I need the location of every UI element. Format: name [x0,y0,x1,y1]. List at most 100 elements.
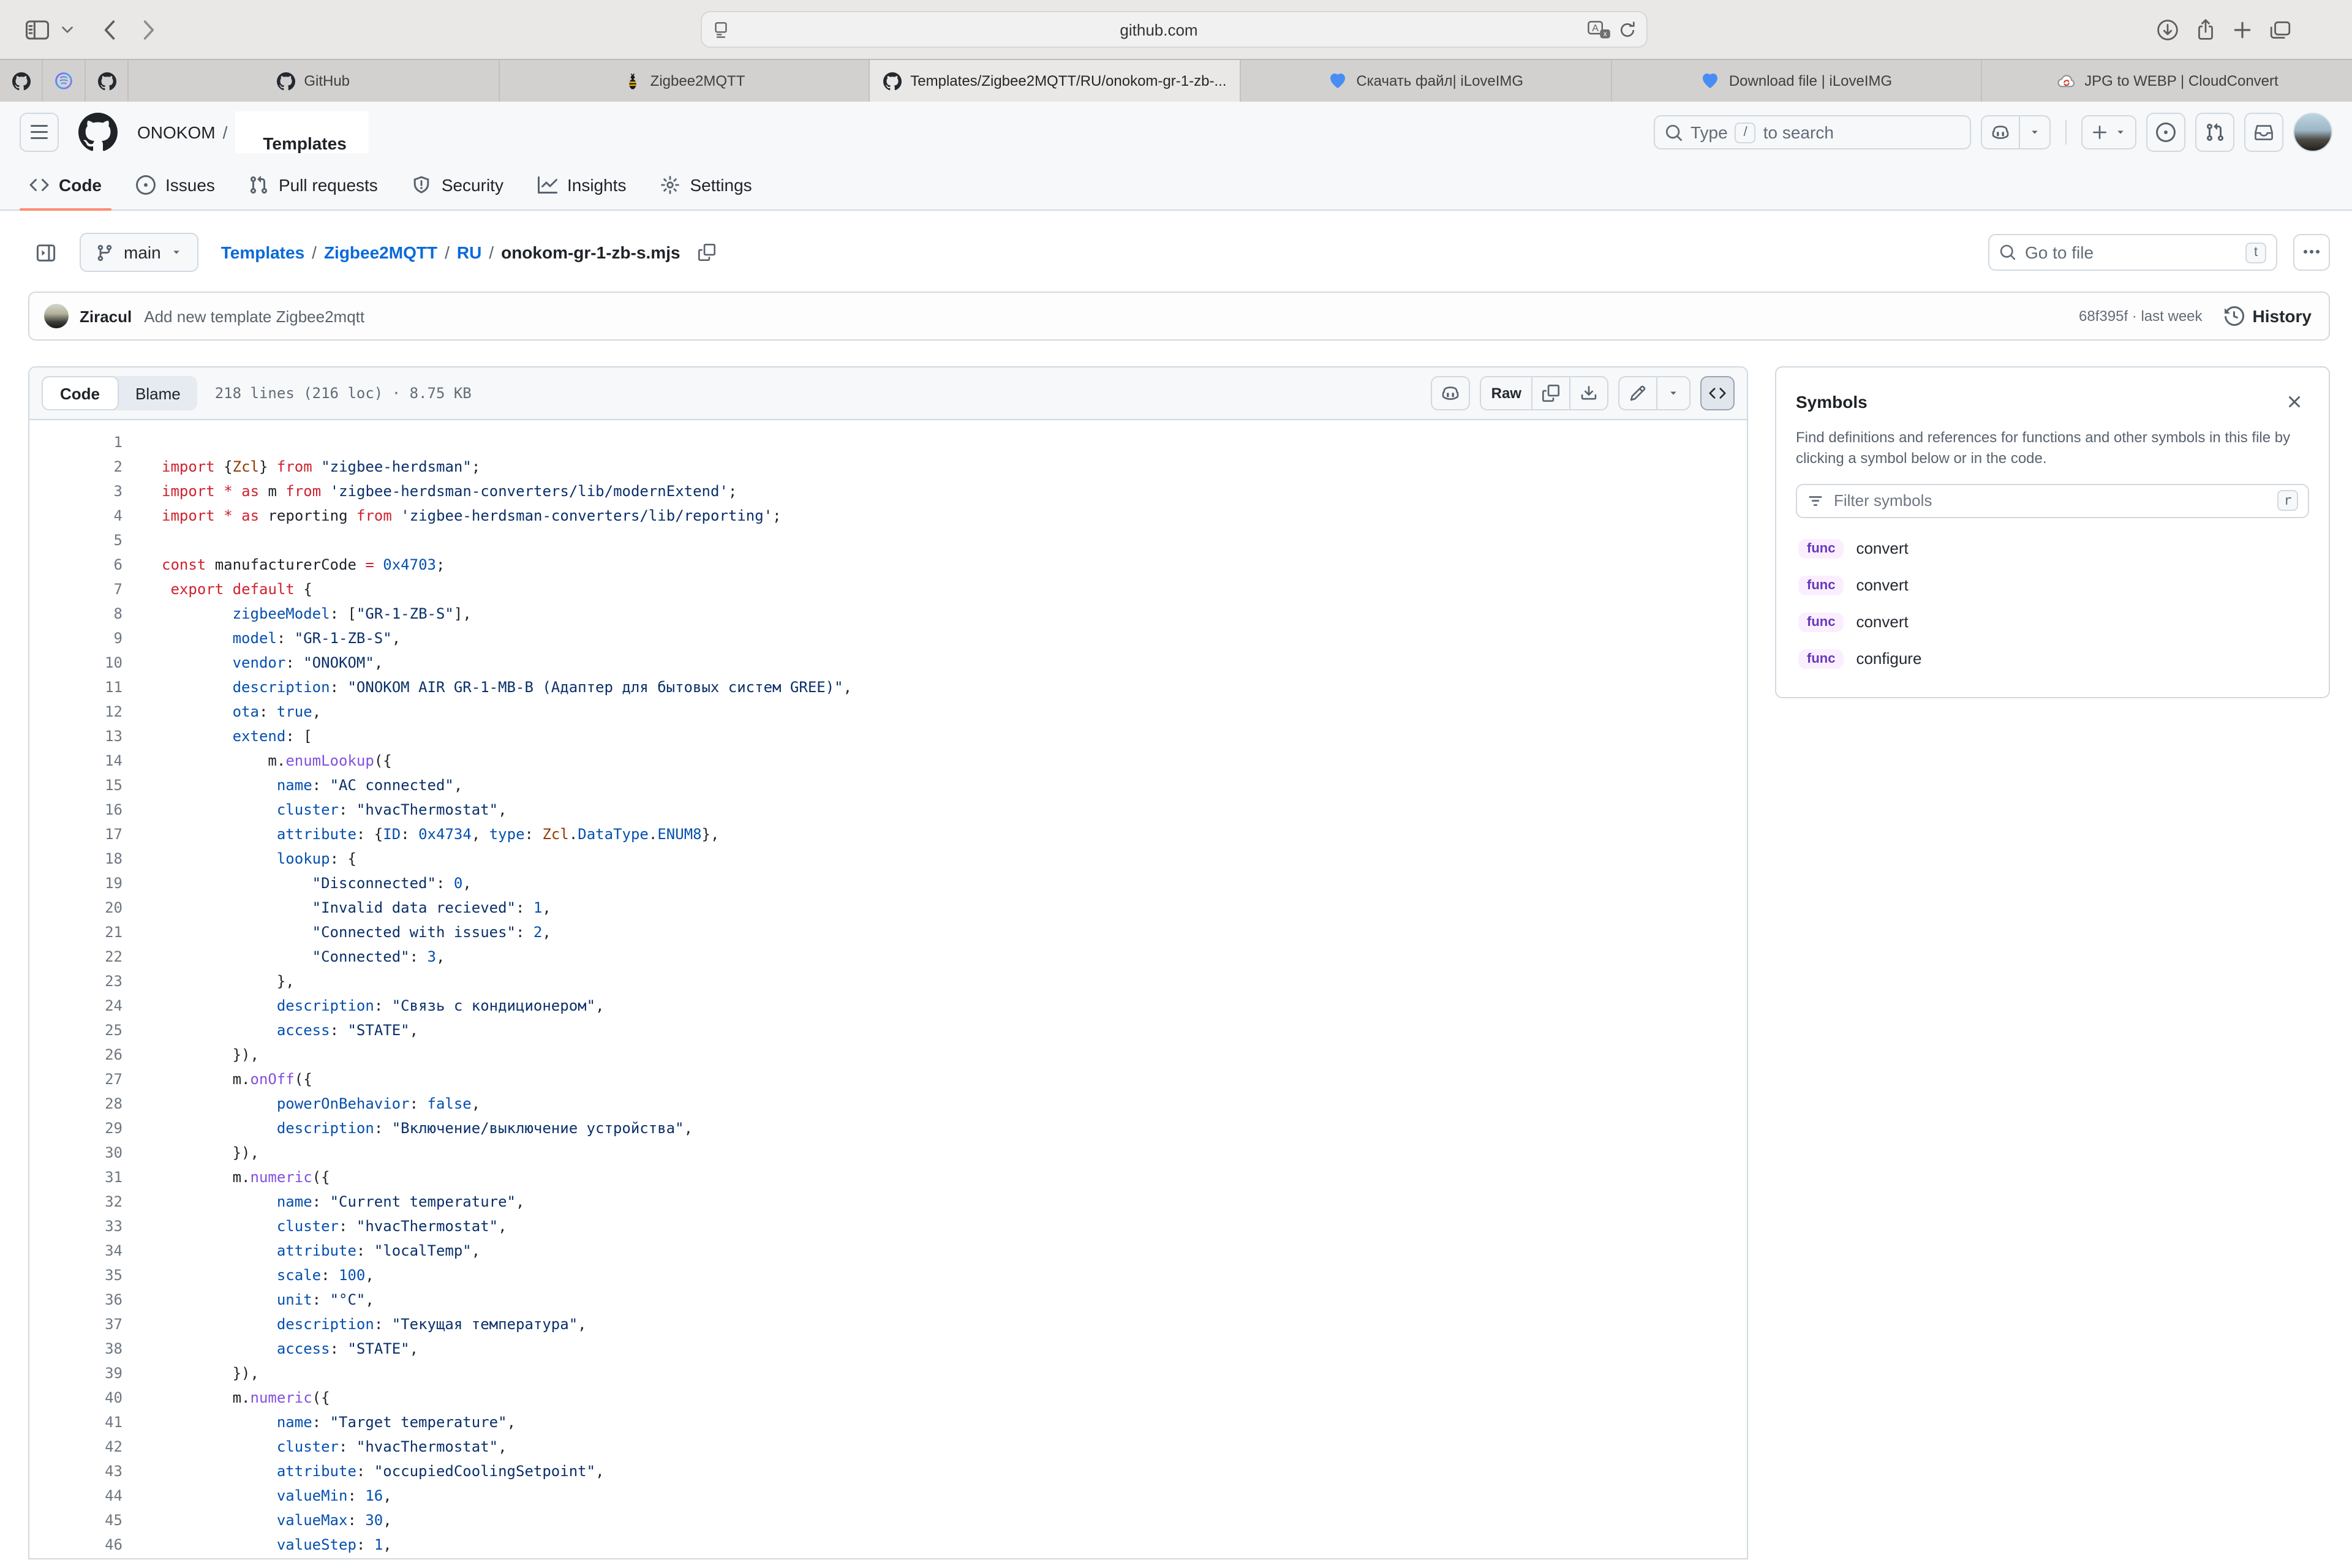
sidebar-chevron-button[interactable] [61,0,74,59]
line-number[interactable]: 5 [29,528,123,552]
code-line-content[interactable]: import * as reporting from 'zigbee-herds… [162,503,782,528]
line-number[interactable]: 1 [29,430,123,454]
line-number[interactable]: 44 [29,1483,123,1508]
code-line-content[interactable]: lookup: { [162,846,356,871]
line-number[interactable]: 37 [29,1312,123,1336]
line-number[interactable]: 14 [29,748,123,773]
line-number[interactable]: 15 [29,773,123,797]
tab-blame[interactable]: Blame [118,376,198,410]
line-number[interactable]: 29 [29,1116,123,1140]
translate-icon[interactable]: Ax [1588,20,1611,39]
line-number[interactable]: 18 [29,846,123,871]
code-line-content[interactable]: m.enumLookup({ [162,748,392,773]
code-line-content[interactable]: unit: "°C", [162,1287,374,1312]
line-number[interactable]: 17 [29,822,123,846]
repo-tab-settings[interactable]: Settings [650,160,761,209]
filter-symbols-input[interactable]: Filter symbols r [1796,484,2309,518]
line-number[interactable]: 45 [29,1508,123,1532]
browser-tab[interactable]: GitHub [129,60,499,102]
symbols-toggle-button[interactable] [1700,376,1735,410]
line-number[interactable]: 2 [29,454,123,479]
go-to-file-input[interactable]: Go to file t [1988,234,2277,271]
breadcrumb-link[interactable]: Templates [221,243,304,262]
symbol-item[interactable]: funcconvert [1796,567,2309,604]
line-number[interactable]: 41 [29,1410,123,1434]
line-number[interactable]: 43 [29,1459,123,1483]
commit-author[interactable]: Ziracul [80,307,132,325]
line-number[interactable]: 7 [29,577,123,601]
code-line-content[interactable]: description: "Текущая температура", [162,1312,587,1336]
commit-sha-time[interactable]: 68f395f · last week [2079,307,2203,325]
more-options-button[interactable] [2293,234,2330,271]
code-line-content[interactable]: cluster: "hvacThermostat", [162,1214,507,1238]
edit-dropdown-button[interactable] [1656,377,1689,409]
code-line-content[interactable]: access: "STATE", [162,1018,418,1042]
downloads-icon[interactable] [2156,18,2179,41]
inbox-button[interactable] [2244,113,2283,152]
reload-icon[interactable] [1618,20,1637,39]
share-icon[interactable] [2195,18,2216,41]
code-line-content[interactable]: name: "Current temperature", [162,1189,524,1214]
code-line-content[interactable]: export default { [162,577,312,601]
line-number[interactable]: 6 [29,552,123,577]
browser-tab[interactable]: Download file | iLoveIMG [1611,60,1982,102]
line-number[interactable]: 31 [29,1165,123,1189]
issues-button[interactable] [2146,113,2185,152]
code-line-content[interactable]: "Connected": 3, [162,944,445,969]
line-number[interactable]: 35 [29,1263,123,1287]
file-tree-toggle-button[interactable] [28,235,62,270]
pinned-tab[interactable] [86,60,129,102]
address-bar[interactable]: github.com Ax [701,11,1648,48]
code-line-content[interactable]: zigbeeModel: ["GR-1-ZB-S"], [162,601,472,626]
line-number[interactable]: 25 [29,1018,123,1042]
code-line-content[interactable]: "Disconnected": 0, [162,871,472,895]
code-line-content[interactable]: const manufacturerCode = 0x4703; [162,552,445,577]
code-line-content[interactable]: description: "ONOKOM AIR GR-1-MB-B (Адап… [162,675,852,699]
code-line-content[interactable]: ota: true, [162,699,321,724]
commit-author-avatar[interactable] [44,304,69,328]
code-line-content[interactable]: name: "AC connected", [162,773,462,797]
repo-tab-pull-requests[interactable]: Pull requests [239,160,388,209]
new-tab-icon[interactable] [2232,19,2253,40]
line-number[interactable]: 26 [29,1042,123,1067]
line-number[interactable]: 12 [29,699,123,724]
code-line-content[interactable]: "Connected with issues": 2, [162,920,551,944]
line-number[interactable]: 40 [29,1385,123,1410]
code-line-content[interactable]: m.numeric({ [162,1385,330,1410]
copilot-file-button[interactable] [1431,376,1471,410]
line-number[interactable]: 8 [29,601,123,626]
line-number[interactable]: 32 [29,1189,123,1214]
code-line-content[interactable]: m.onOff({ [162,1067,312,1091]
browser-tab[interactable]: JPG to WEBP | CloudConvert [1983,60,2352,102]
browser-tab[interactable]: Zigbee2MQTT [499,60,870,102]
copilot-dropdown[interactable] [2019,116,2049,148]
copilot-button[interactable] [1981,115,2051,149]
history-button[interactable]: History [2225,306,2312,326]
code-line-content[interactable]: valueStep: 1, [162,1532,392,1557]
line-number[interactable]: 30 [29,1140,123,1165]
code-line-content[interactable]: valueMax: 30, [162,1508,392,1532]
code-line-content[interactable]: model: "GR-1-ZB-S", [162,626,401,650]
repo-link[interactable]: Templates [235,111,368,153]
global-search-input[interactable]: Type / to search [1654,115,1971,149]
browser-tab-active[interactable]: Templates/Zigbee2MQTT/RU/onokom-gr-1-zb-… [870,60,1241,102]
line-number[interactable]: 46 [29,1532,123,1557]
reader-icon[interactable] [712,20,730,39]
code-line-content[interactable]: }), [162,1042,259,1067]
tab-code[interactable]: Code [42,376,118,410]
code-line-content[interactable]: cluster: "hvacThermostat", [162,1434,507,1459]
line-number[interactable]: 11 [29,675,123,699]
line-number[interactable]: 27 [29,1067,123,1091]
code-line-content[interactable]: m.numeric({ [162,1165,330,1189]
line-number[interactable]: 42 [29,1434,123,1459]
raw-button[interactable]: Raw [1482,377,1531,409]
sidebar-toggle-button[interactable] [24,0,50,59]
code-line-content[interactable]: import {Zcl} from "zigbee-herdsman"; [162,454,480,479]
browser-tab[interactable]: Скачать файл| iLoveIMG [1241,60,1611,102]
code-line-content[interactable]: name: "Target temperature", [162,1410,516,1434]
repo-tab-issues[interactable]: Issues [126,160,225,209]
code-line-content[interactable]: cluster: "hvacThermostat", [162,797,507,822]
line-number[interactable]: 24 [29,993,123,1018]
repo-tab-security[interactable]: Security [402,160,513,209]
line-number[interactable]: 23 [29,969,123,993]
